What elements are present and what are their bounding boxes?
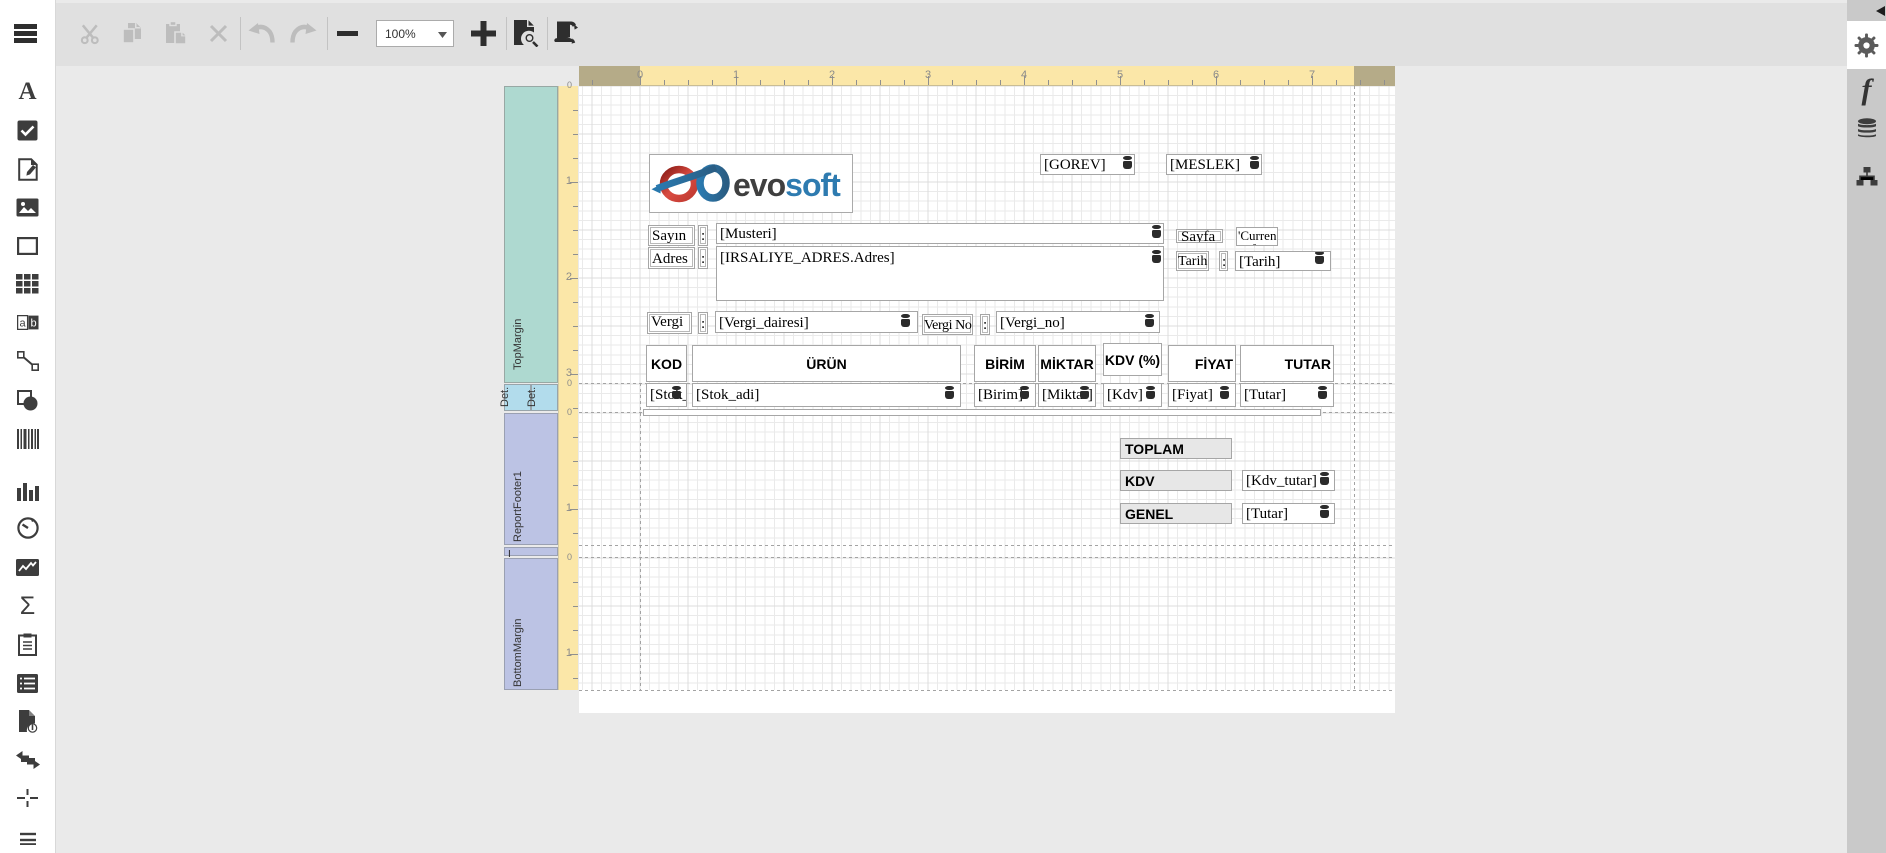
svg-text:evosoft: evosoft — [733, 167, 841, 203]
svg-text:a: a — [19, 317, 26, 329]
svg-text:b: b — [30, 317, 36, 329]
